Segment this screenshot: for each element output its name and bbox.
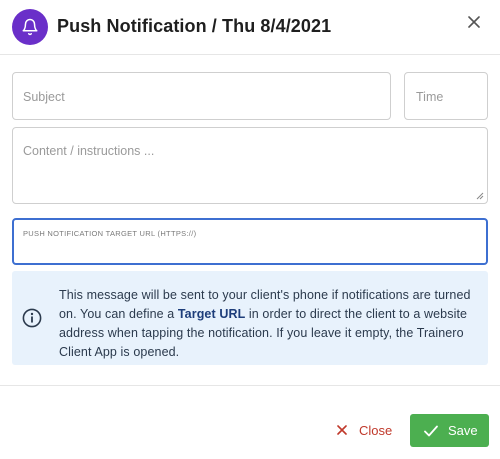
close-icon[interactable] (466, 14, 482, 30)
target-url-label: PUSH NOTIFICATION TARGET URL (HTTPS://) (23, 229, 197, 238)
time-input[interactable]: Time (404, 72, 488, 120)
modal-header: Push Notification / Thu 8/4/2021 (0, 0, 500, 55)
modal-title: Push Notification / Thu 8/4/2021 (57, 16, 332, 36)
resize-handle-icon[interactable] (476, 192, 484, 200)
close-button-label: Close (359, 422, 393, 438)
save-button-label: Save (448, 423, 478, 438)
subject-input[interactable]: Subject (12, 72, 391, 120)
time-placeholder: Time (416, 90, 444, 104)
close-x-icon (337, 425, 347, 435)
footer-divider (0, 385, 500, 386)
info-message: This message will be sent to your client… (59, 286, 479, 362)
info-box: This message will be sent to your client… (12, 271, 488, 365)
content-textarea[interactable]: Content / instructions ... (12, 127, 488, 204)
content-placeholder: Content / instructions ... (23, 144, 155, 158)
target-url-input[interactable]: PUSH NOTIFICATION TARGET URL (HTTPS://) (12, 218, 488, 265)
info-circle-icon (22, 308, 42, 328)
close-button[interactable]: Close (330, 414, 400, 446)
checkmark-icon (424, 425, 438, 436)
info-text-bold: Target URL (177, 307, 246, 321)
subject-placeholder: Subject (23, 90, 65, 104)
save-button[interactable]: Save (410, 414, 489, 447)
bell-icon (12, 9, 48, 45)
